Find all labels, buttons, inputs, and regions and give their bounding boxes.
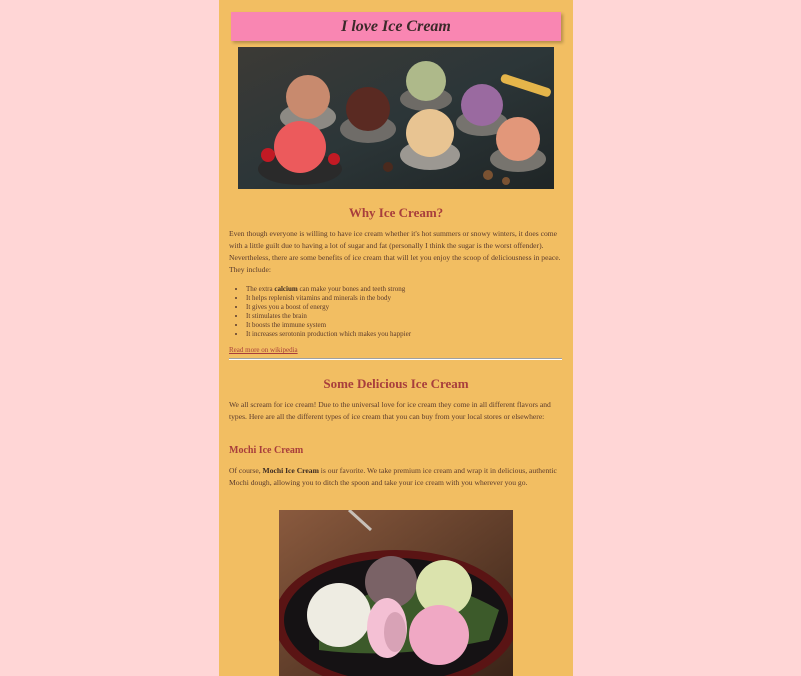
why-heading: Why Ice Cream? xyxy=(348,205,444,220)
delicious-heading: Some Delicious Ice Cream xyxy=(323,376,469,391)
mochi-text: Of course, xyxy=(229,466,263,475)
list-item-bold: calcium xyxy=(274,285,298,293)
benefits-list: The extra calcium can make your bones an… xyxy=(229,285,566,340)
content-column: I love Ice Cream Why Ice Cream? Even tho… xyxy=(219,0,573,676)
mochi-bold-text: Mochi Ice Cream xyxy=(262,466,319,475)
section-divider xyxy=(229,358,562,360)
list-item: It boosts the immune system xyxy=(246,321,566,330)
wikipedia-link[interactable]: Read more on wikipedia xyxy=(229,346,298,354)
ice-cream-hero-image xyxy=(238,47,554,189)
ice-cream-bowls-illustration xyxy=(238,47,554,189)
list-item: The extra calcium can make your bones an… xyxy=(246,285,566,294)
list-item: It helps replenish vitamins and minerals… xyxy=(246,294,566,303)
delicious-intro-paragraph: We all scream for ice cream! Due to the … xyxy=(229,400,551,421)
list-item: It gives you a boost of energy xyxy=(246,303,566,312)
page-title: I love Ice Cream xyxy=(341,17,451,35)
list-item: It stimulates the brain xyxy=(246,312,566,321)
mochi-plate-illustration xyxy=(279,510,513,676)
mochi-paragraph: Of course, Mochi Ice Cream is our favori… xyxy=(229,465,565,489)
mochi-image xyxy=(279,510,513,676)
list-item: It increases serotonin production which … xyxy=(246,330,566,339)
mochi-heading: Mochi Ice Cream xyxy=(229,445,304,456)
list-item-text: The extra xyxy=(246,285,275,293)
why-intro-paragraph: Even though everyone is willing to have … xyxy=(229,229,561,274)
title-banner: I love Ice Cream xyxy=(231,12,561,41)
list-item-text: can make your bones and teeth strong xyxy=(297,285,406,293)
